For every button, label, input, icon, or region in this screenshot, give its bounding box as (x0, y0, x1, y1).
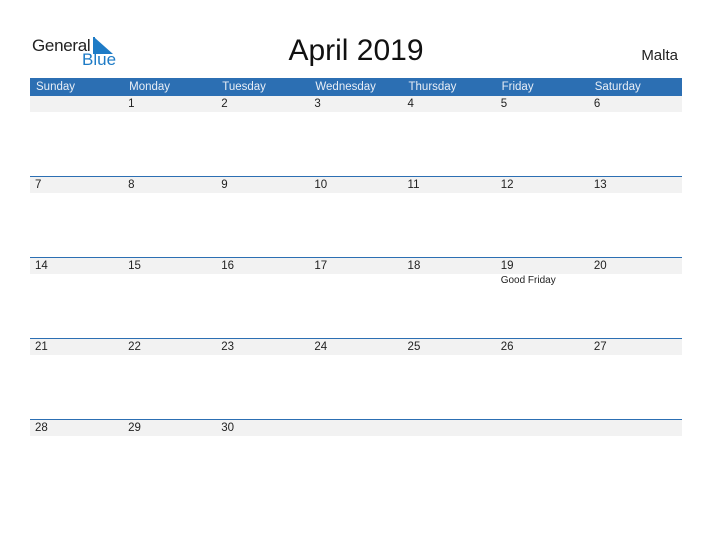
day-cell[interactable]: 22 (123, 339, 216, 420)
day-cell[interactable]: 16 (216, 258, 309, 339)
day-number: 30 (221, 422, 235, 434)
day-cell[interactable]: 4 (403, 96, 496, 177)
day-number: 21 (35, 341, 48, 353)
weekday-friday: Friday (501, 81, 534, 93)
day-cell[interactable]: 20 (589, 258, 682, 339)
day-number: 26 (500, 341, 514, 353)
day-number: 8 (128, 179, 135, 191)
day-cell[interactable]: 10 (309, 177, 402, 258)
day-cell[interactable]: 25 (403, 339, 496, 420)
day-cell[interactable] (309, 420, 402, 501)
day-number: 2 (221, 98, 228, 110)
day-number: 18 (407, 260, 421, 272)
day-cell[interactable]: 2 (216, 96, 309, 177)
day-number: 5 (500, 98, 508, 110)
day-number: 13 (593, 179, 607, 191)
day-number: 23 (221, 341, 235, 353)
day-number: 10 (314, 179, 328, 191)
day-cell[interactable]: 23 (216, 339, 309, 420)
day-number: 20 (593, 260, 607, 272)
day-cell[interactable] (30, 96, 123, 177)
day-number: 24 (314, 341, 328, 353)
day-number: 11 (407, 179, 420, 191)
day-number: 27 (593, 341, 607, 353)
weekday-header: Sunday Monday Tuesday Wednesday Thursday… (30, 78, 682, 96)
page-title: April 2019 (288, 34, 424, 67)
day-cell[interactable]: 1 (123, 96, 216, 177)
day-cell[interactable]: 30 (216, 420, 309, 501)
weekday-wednesday: Wednesday (315, 81, 376, 93)
day-number: 22 (128, 341, 141, 353)
week-row: 21 22 23 24 25 26 27 (30, 338, 682, 420)
country-label: Malta (641, 47, 678, 64)
day-cell[interactable]: 8 (123, 177, 216, 258)
day-cell[interactable]: 12 (496, 177, 589, 258)
weekday-monday: Monday (129, 81, 171, 93)
day-cell[interactable]: 17 (309, 258, 402, 339)
day-cell[interactable]: 29 (123, 420, 216, 501)
day-cell[interactable]: 14 (30, 258, 123, 339)
day-number: 29 (128, 422, 141, 434)
day-number: 19 (500, 260, 514, 272)
day-number: 17 (314, 260, 328, 272)
day-number: 9 (221, 179, 228, 191)
day-cell[interactable]: 13 (589, 177, 682, 258)
day-number: 3 (314, 98, 321, 110)
day-number: 6 (593, 98, 601, 110)
day-cell[interactable] (496, 420, 589, 501)
weekday-saturday: Saturday (594, 81, 641, 93)
day-cell[interactable]: 19 Good Friday (496, 258, 589, 339)
day-number: 16 (221, 260, 235, 272)
day-cell[interactable]: 5 (496, 96, 589, 177)
week-row: 28 29 30 (30, 419, 682, 501)
holiday-label: Good Friday (500, 275, 556, 286)
day-cell[interactable] (403, 420, 496, 501)
day-number: 25 (407, 341, 421, 353)
weekday-tuesday: Tuesday (222, 81, 266, 93)
day-number: 15 (128, 260, 141, 272)
day-cell[interactable]: 28 (30, 420, 123, 501)
weekday-sunday: Sunday (36, 81, 76, 93)
day-cell[interactable]: 24 (309, 339, 402, 420)
day-number: 14 (35, 260, 48, 272)
day-cell[interactable] (589, 420, 682, 501)
weekday-thursday: Thursday (408, 81, 457, 93)
day-number: 12 (500, 179, 514, 191)
day-cell[interactable]: 11 (403, 177, 496, 258)
day-cell[interactable]: 15 (123, 258, 216, 339)
day-cell[interactable]: 26 (496, 339, 589, 420)
day-cell[interactable]: 6 (589, 96, 682, 177)
day-number: 7 (35, 179, 42, 191)
day-cell[interactable]: 27 (589, 339, 682, 420)
day-cell[interactable]: 18 (403, 258, 496, 339)
day-number: 1 (128, 98, 135, 110)
day-cell[interactable]: 21 (30, 339, 123, 420)
day-number: 28 (35, 422, 48, 434)
day-cell[interactable]: 3 (309, 96, 402, 177)
week-row: 14 15 16 17 18 19 Good Friday 20 (30, 257, 682, 339)
day-number: 4 (407, 98, 414, 110)
week-row: 7 8 9 10 11 12 13 (30, 176, 682, 258)
week-row: 1 2 3 4 5 6 (30, 96, 682, 177)
day-cell[interactable]: 9 (216, 177, 309, 258)
day-cell[interactable]: 7 (30, 177, 123, 258)
